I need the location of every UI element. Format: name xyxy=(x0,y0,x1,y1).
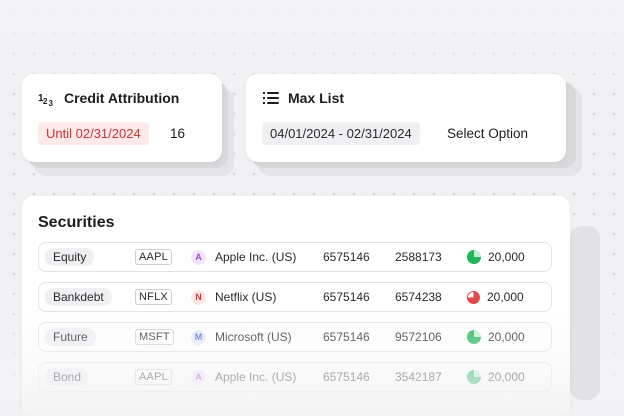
company-cell: N Netflix (US) xyxy=(191,289,277,305)
ticker-badge: NFLX xyxy=(135,289,172,305)
ticker-badge-text: MSFT xyxy=(135,329,174,345)
security-type-text: Equity xyxy=(45,248,95,266)
value-cell: 20,000 xyxy=(467,250,525,264)
company-name: Microsoft (US) xyxy=(215,330,292,344)
amount-value: 20,000 xyxy=(488,250,525,264)
ticker-badge-text: AAPL xyxy=(135,249,172,265)
numeric-col-2: 9572106 xyxy=(395,330,442,344)
pie-chart-green-icon xyxy=(467,370,481,384)
list-icon xyxy=(262,90,280,106)
company-cell: M Microsoft (US) xyxy=(191,329,292,345)
table-row[interactable]: Equity AAPL A Apple Inc. (US) 6575146 2588173… xyxy=(38,242,552,272)
security-type-text: Bankdebt xyxy=(45,288,112,306)
numeric-col-2: 3542187 xyxy=(395,370,442,384)
company-avatar: M xyxy=(191,329,206,345)
security-type: Bond xyxy=(45,368,90,386)
pie-chart-green-icon xyxy=(467,250,481,264)
company-name: Netflix (US) xyxy=(215,290,277,304)
numeric-col-2: 6574238 xyxy=(395,290,442,304)
pie-chart-red-icon xyxy=(467,290,480,304)
company-avatar: A xyxy=(191,249,206,265)
security-type-text: Future xyxy=(45,328,96,346)
security-type: Future xyxy=(45,328,96,346)
numeric-col-1: 6575146 xyxy=(323,290,370,304)
ticker-badge-text: NFLX xyxy=(135,289,172,305)
card-title: Credit Attribution xyxy=(64,90,180,106)
numeric-col-2: 2588173 xyxy=(395,250,442,264)
ticker-badge: AAPL xyxy=(135,369,172,385)
company-avatar: A xyxy=(191,369,206,385)
max-list-card[interactable]: Max List 04/01/2024 - 02/31/2024 Select … xyxy=(246,74,566,162)
select-option-dropdown[interactable]: Select Option xyxy=(447,126,528,141)
company-cell: A Apple Inc. (US) xyxy=(191,369,297,385)
value-cell: 20,000 xyxy=(467,330,525,344)
date-range-field[interactable]: 04/01/2024 - 02/31/2024 xyxy=(262,122,420,145)
ticker-badge: AAPL xyxy=(135,249,172,265)
numeric-col-1: 6575146 xyxy=(323,250,370,264)
date-badge: Until 02/31/2024 xyxy=(38,122,149,145)
ticker-badge: MSFT xyxy=(135,329,174,345)
security-type: Equity xyxy=(45,248,95,266)
value-cell: 20,000 xyxy=(467,290,524,304)
count-value: 16 xyxy=(170,126,186,141)
pie-chart-green-icon xyxy=(467,330,481,344)
numeric-col-1: 6575146 xyxy=(323,330,370,344)
svg-text:2: 2 xyxy=(43,97,48,106)
company-cell: A Apple Inc. (US) xyxy=(191,249,297,265)
company-avatar: N xyxy=(191,289,206,305)
amount-value: 20,000 xyxy=(488,330,525,344)
card-header: Max List xyxy=(262,90,344,106)
amount-value: 20,000 xyxy=(488,370,525,384)
table-row[interactable]: Bankdebt NFLX N Netflix (US) 6575146 6574238 2… xyxy=(38,282,552,312)
security-type: Bankdebt xyxy=(45,288,112,306)
value-cell: 20,000 xyxy=(467,370,525,384)
amount-value: 20,000 xyxy=(487,290,524,304)
table-row[interactable]: Future MSFT M Microsoft (US) 6575146 9572106 2… xyxy=(38,322,552,352)
securities-card: Securities Equity AAPL A Apple Inc. (US) 657… xyxy=(22,196,570,416)
card-title: Max List xyxy=(288,90,345,106)
table-shadow xyxy=(570,226,600,400)
securities-title: Securities xyxy=(38,214,115,231)
card-header: 1 2 3 Credit Attribution xyxy=(38,90,179,106)
company-name: Apple Inc. (US) xyxy=(215,250,297,264)
svg-text:3: 3 xyxy=(49,99,54,106)
numeric-col-1: 6575146 xyxy=(323,370,370,384)
ticker-badge-text: AAPL xyxy=(135,369,172,385)
numbers-icon: 1 2 3 xyxy=(38,90,56,106)
company-name: Apple Inc. (US) xyxy=(215,370,297,384)
security-type-text: Bond xyxy=(45,368,90,386)
credit-attribution-card[interactable]: 1 2 3 Credit Attribution Until 02/31/202… xyxy=(22,74,222,162)
table-row[interactable]: Bond AAPL A Apple Inc. (US) 6575146 3542187 20… xyxy=(38,362,552,392)
